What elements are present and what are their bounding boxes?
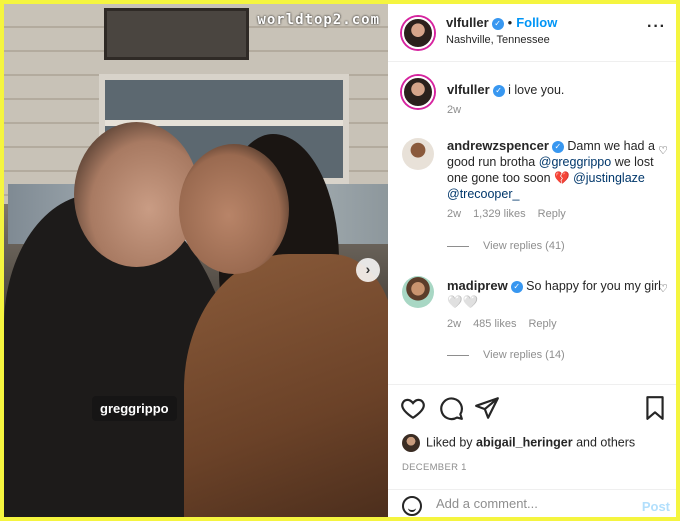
reply-button[interactable]: Reply bbox=[538, 208, 566, 220]
follow-button[interactable]: Follow bbox=[516, 15, 557, 30]
verified-badge-icon: ✓ bbox=[491, 17, 504, 30]
verified-badge-icon: ✓ bbox=[492, 84, 505, 97]
comment-like-heart-icon[interactable]: ♡ bbox=[658, 282, 668, 295]
caption-text: i love you. bbox=[508, 83, 565, 97]
like-heart-icon[interactable] bbox=[400, 395, 426, 421]
liked-by: Liked by abigail_heringer and others bbox=[402, 434, 635, 452]
verified-badge-icon: ✓ bbox=[551, 140, 564, 153]
avatar[interactable] bbox=[402, 76, 434, 108]
comment-age: 2w bbox=[447, 208, 462, 220]
save-bookmark-icon[interactable] bbox=[642, 395, 668, 421]
photo-person-right bbox=[184, 254, 388, 517]
caption-username[interactable]: vlfuller bbox=[447, 82, 490, 97]
comment-likes[interactable]: 485 likes bbox=[473, 318, 516, 330]
comment-icon[interactable] bbox=[438, 395, 464, 421]
more-options-icon[interactable]: ··· bbox=[647, 18, 666, 36]
liked-by-user[interactable]: abigail_heringer bbox=[476, 435, 573, 449]
header-top: vlfuller ✓ • Follow bbox=[446, 15, 557, 30]
liked-by-prefix: Liked by bbox=[426, 435, 473, 450]
add-comment-row: Post bbox=[388, 489, 676, 517]
author-username[interactable]: vlfuller bbox=[446, 15, 489, 30]
avatar bbox=[402, 434, 420, 452]
post-location[interactable]: Nashville, Tennessee bbox=[446, 34, 550, 46]
share-icon[interactable] bbox=[474, 395, 500, 421]
next-photo-icon[interactable]: › bbox=[356, 258, 380, 282]
post-photo[interactable]: worldtop2.com greggrippo › bbox=[4, 4, 388, 517]
emoji-icon[interactable] bbox=[402, 496, 422, 516]
avatar[interactable] bbox=[402, 17, 434, 49]
user-tag[interactable]: greggrippo bbox=[92, 396, 177, 421]
reply-button[interactable]: Reply bbox=[528, 318, 556, 330]
comment-age: 2w bbox=[447, 318, 462, 330]
post-date: DECEMBER 1 bbox=[402, 462, 467, 473]
comment-username[interactable]: madiprew bbox=[447, 278, 508, 293]
caption-age: 2w bbox=[447, 104, 462, 116]
photo-wall-frame bbox=[104, 8, 249, 60]
verified-badge-icon: ✓ bbox=[510, 280, 523, 293]
mention-link[interactable]: @greggrippo bbox=[539, 155, 611, 169]
view-replies-button[interactable]: View replies (41) bbox=[447, 240, 565, 252]
view-replies-button[interactable]: View replies (14) bbox=[447, 349, 565, 361]
separator-dot: • bbox=[507, 15, 513, 30]
liked-by-suffix[interactable]: and others bbox=[576, 435, 635, 449]
mention-link[interactable]: @trecooper_ bbox=[447, 187, 519, 201]
avatar[interactable] bbox=[402, 276, 434, 308]
comment-likes[interactable]: 1,329 likes bbox=[473, 208, 526, 220]
post-header: vlfuller ✓ • Follow Nashville, Tennessee ··… bbox=[388, 4, 676, 62]
add-comment-input[interactable] bbox=[436, 496, 626, 511]
post-sidebar: vlfuller ✓ • Follow Nashville, Tennessee ··… bbox=[388, 4, 676, 517]
avatar[interactable] bbox=[402, 138, 434, 170]
watermark: worldtop2.com bbox=[257, 12, 380, 28]
photo-person-right-head bbox=[179, 144, 289, 274]
comments-list[interactable]: vlfuller ✓ i love you. 2w andrewzspencer ✓… bbox=[388, 62, 676, 384]
action-bar bbox=[388, 384, 676, 434]
mention-link[interactable]: @justinglaze bbox=[573, 171, 645, 185]
comment-username[interactable]: andrewzspencer bbox=[447, 138, 549, 153]
comment-like-heart-icon[interactable]: ♡ bbox=[658, 144, 668, 157]
post-comment-button[interactable]: Post bbox=[642, 499, 670, 514]
